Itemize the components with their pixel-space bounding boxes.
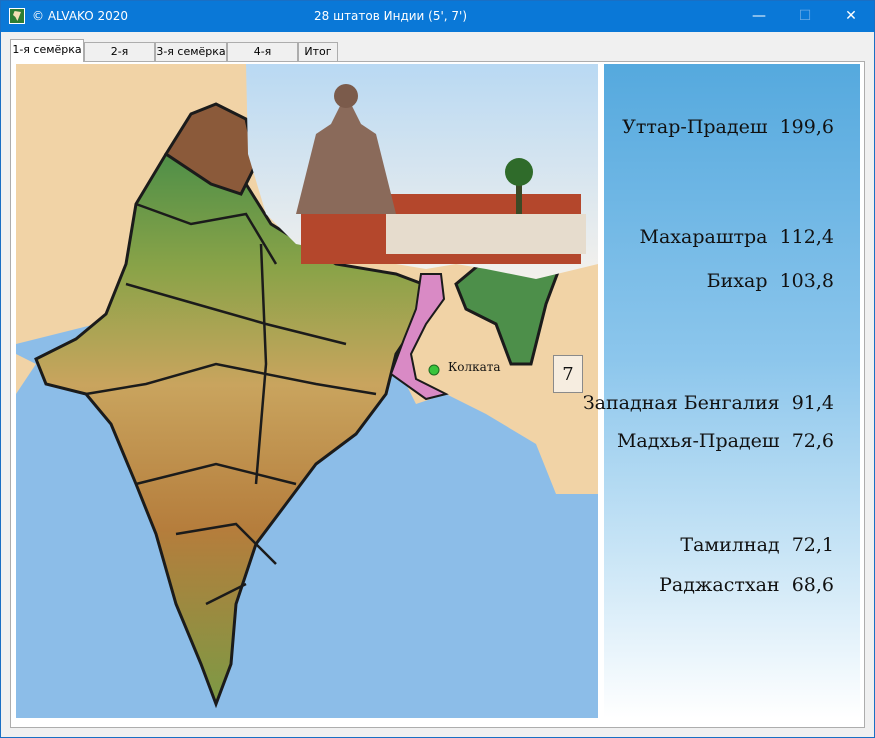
state-value: 72,1 <box>791 534 834 556</box>
india-map-graphic <box>16 64 598 709</box>
state-name: Бихар <box>706 270 768 292</box>
state-row: Бихар 103,8 <box>707 270 834 292</box>
temple-colonnade <box>386 214 586 254</box>
state-row: Западная Бенгалия 91,4 <box>583 392 834 414</box>
neighbour-land-west <box>16 354 36 394</box>
app-map-icon <box>9 8 25 24</box>
tab-set-1[interactable]: 1-я семёрка <box>10 39 84 62</box>
title-bar: © ALVAKO 2020 28 штатов Индии (5', 7') —… <box>1 1 874 32</box>
close-button[interactable]: ✕ <box>828 1 874 32</box>
state-value: 72,6 <box>791 430 834 452</box>
state-name: Тамилнад <box>680 534 780 556</box>
tab-total[interactable]: Итог <box>298 42 338 61</box>
kolkata-marker <box>428 364 440 376</box>
state-row: Тамилнад 72,1 <box>680 534 834 556</box>
state-counter-badge: 7 <box>553 355 583 393</box>
state-name: Раджастхан <box>659 574 780 596</box>
state-value: 68,6 <box>791 574 834 596</box>
kolkata-label: Колката <box>448 360 501 374</box>
maximize-button[interactable]: ☐ <box>782 1 828 32</box>
state-row: Махараштра 112,4 <box>640 226 834 248</box>
state-value: 199,6 <box>779 116 834 138</box>
minimize-button[interactable]: — <box>736 1 782 32</box>
state-row: Мадхья-Прадеш 72,6 <box>617 430 834 452</box>
tab-set-3[interactable]: 3-я семёрка <box>155 42 227 61</box>
palm-crown <box>505 158 533 186</box>
state-name: Махараштра <box>639 226 768 248</box>
state-name: Уттар-Прадеш <box>622 116 768 138</box>
app-label: © ALVAKO 2020 <box>32 9 129 23</box>
india-map: Колката <box>16 64 598 718</box>
tab-set-2[interactable]: 2-я семёрка <box>84 42 155 76</box>
state-ranking-panel: Уттар-Прадеш 199,6 Махараштра 112,4 Биха… <box>583 64 860 718</box>
state-row: Раджастхан 68,6 <box>659 574 834 596</box>
state-name: Мадхья-Прадеш <box>616 430 780 452</box>
window-title: 28 штатов Индии (5', 7') <box>314 9 468 23</box>
state-name: Западная Бенгалия <box>582 392 780 414</box>
state-value: 91,4 <box>791 392 834 414</box>
state-value: 112,4 <box>779 226 834 248</box>
tab-set-4[interactable]: 4-я семёрка <box>227 42 298 76</box>
temple-main-dome <box>334 84 358 108</box>
state-row: Уттар-Прадеш 199,6 <box>622 116 834 138</box>
state-value: 103,8 <box>779 270 834 292</box>
